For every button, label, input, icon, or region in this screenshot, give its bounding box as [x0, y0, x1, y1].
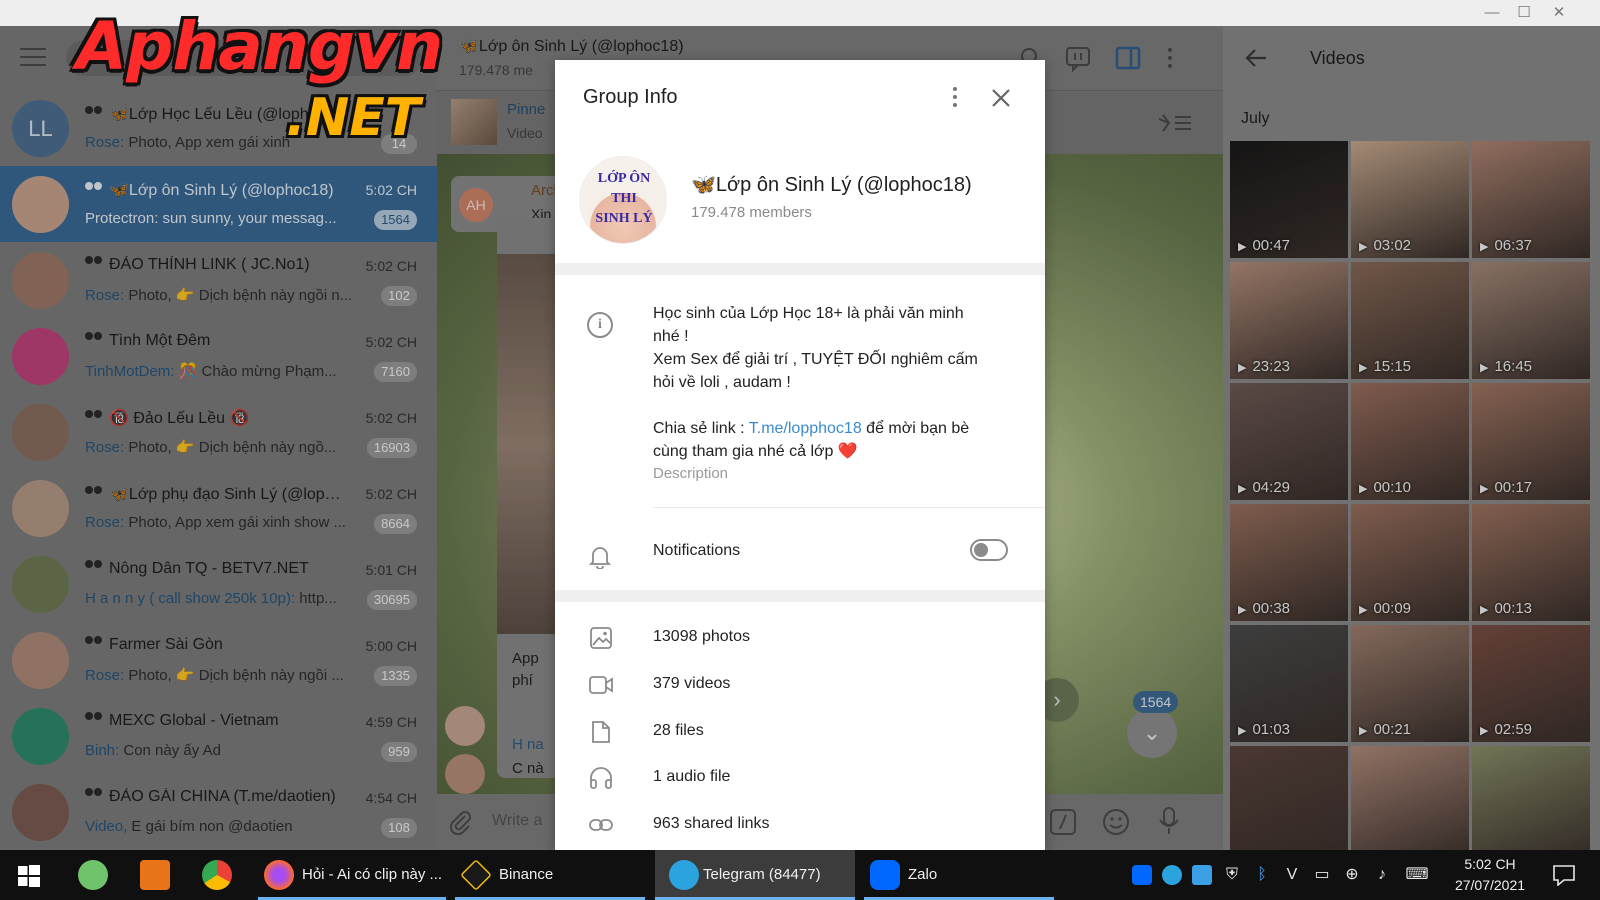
avatar-text-line3: SINH LÝ — [595, 211, 653, 226]
battery-icon[interactable]: ▭ — [1312, 865, 1332, 885]
windows-start-icon[interactable] — [18, 865, 40, 887]
maximize-button[interactable]: ☐ — [1510, 2, 1538, 24]
notifications-label: Notifications — [653, 542, 741, 559]
notifications-toggle[interactable] — [970, 539, 1008, 561]
files-icon — [592, 721, 610, 743]
taskbar-binance[interactable]: Binance — [455, 850, 645, 900]
description-label: Description — [653, 465, 729, 482]
chrome-icon[interactable] — [202, 860, 232, 890]
cloud-tray-icon[interactable] — [1192, 865, 1212, 885]
window-titlebar: — ☐ ✕ — [0, 0, 1600, 26]
divider — [653, 507, 1045, 508]
telegram-icon — [669, 860, 699, 890]
audio-count[interactable]: 1 audio file — [653, 768, 730, 786]
description-line: hỏi về loli , audam ! — [653, 374, 791, 391]
windows-taskbar: Hỏi - Ai có clip này ... Binance Telegra… — [0, 850, 1600, 900]
network-globe-icon[interactable]: ⊕ — [1342, 865, 1362, 885]
home-app-icon[interactable] — [140, 860, 170, 890]
minimize-button[interactable]: — — [1478, 2, 1506, 24]
description-line: Xem Sex để giải trí , TUYỆT ĐỐI nghiêm c… — [653, 351, 978, 368]
description-line: cùng tham gia nhé cả lớp ❤️ — [653, 443, 858, 460]
avatar-text-line2: THI — [611, 191, 637, 206]
section-divider — [555, 590, 1045, 602]
info-icon: i — [587, 312, 613, 338]
more-vertical-icon[interactable] — [947, 84, 963, 112]
zalo-tray-icon[interactable] — [1132, 865, 1152, 885]
clock-date: 27/07/2021 — [1454, 877, 1526, 893]
invite-link[interactable]: T.me/lopphoc18 — [749, 420, 862, 437]
close-icon[interactable] — [989, 86, 1019, 116]
bluetooth-icon[interactable]: ᛒ — [1252, 865, 1272, 885]
videos-icon — [589, 676, 613, 694]
description-line: Học sinh của Lớp Học 18+ là phải văn min… — [653, 305, 964, 322]
close-window-button[interactable]: ✕ — [1545, 2, 1573, 24]
group-avatar[interactable]: LỚP ÔN THI SINH LÝ — [579, 156, 667, 244]
app-pinned-icon[interactable] — [78, 860, 108, 890]
taskbar-telegram[interactable]: Telegram (84477) — [655, 850, 855, 900]
taskbar-firefox[interactable]: Hỏi - Ai có clip này ... — [258, 850, 446, 900]
group-name: 🦋Lớp ôn Sinh Lý (@lophoc18) — [691, 174, 972, 196]
member-count: 179.478 members — [691, 204, 812, 221]
photos-icon — [590, 627, 612, 649]
clock-time: 5:02 CH — [1464, 856, 1516, 872]
photos-count[interactable]: 13098 photos — [653, 628, 750, 646]
vpn-tray-icon[interactable]: V — [1282, 865, 1302, 885]
description-share-line: Chia sẻ link : T.me/lopphoc18 để mời bạn… — [653, 420, 970, 437]
description-line: nhé ! — [653, 328, 689, 345]
volume-icon[interactable]: ♪ — [1372, 865, 1392, 885]
group-description: Học sinh của Lớp Học 18+ là phải văn min… — [653, 302, 1003, 463]
zalo-icon — [870, 860, 900, 890]
link-icon — [589, 819, 613, 831]
taskbar-zalo[interactable]: Zalo — [864, 850, 1054, 900]
shield-tray-icon[interactable]: ⛨ — [1222, 865, 1242, 885]
system-clock[interactable]: 5:02 CH 27/07/2021 — [1440, 854, 1540, 896]
links-count[interactable]: 963 shared links — [653, 815, 770, 833]
group-info-dialog: Group Info LỚP ÔN THI SINH LÝ 🦋Lớp ôn Si… — [555, 60, 1045, 850]
videos-count[interactable]: 379 videos — [653, 675, 730, 693]
keyboard-icon[interactable]: ⌨ — [1404, 865, 1430, 885]
notifications-center-icon[interactable] — [1552, 864, 1576, 886]
avatar-text-line1: LỚP ÔN — [597, 171, 651, 186]
firefox-icon — [264, 860, 294, 890]
binance-icon — [460, 859, 492, 891]
files-count[interactable]: 28 files — [653, 722, 704, 740]
dialog-title: Group Info — [583, 86, 678, 108]
section-divider — [555, 263, 1045, 275]
telegram-tray-icon[interactable] — [1162, 865, 1182, 885]
bell-icon — [589, 547, 611, 569]
headphones-icon — [590, 767, 612, 789]
